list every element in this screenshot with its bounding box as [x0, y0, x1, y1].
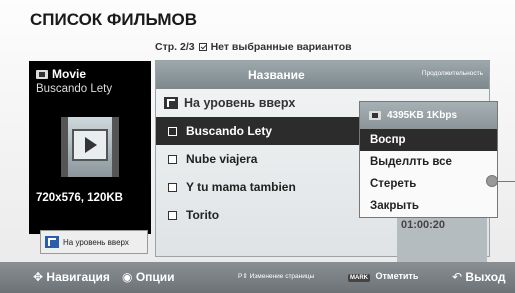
nav-label: Навигация	[46, 270, 110, 284]
dpad-icon: ✥	[33, 270, 44, 284]
options-hint[interactable]: ◉ Опции	[122, 270, 175, 284]
film-icon	[369, 111, 381, 120]
mark-label: Отметить	[375, 271, 419, 281]
duration-value: 01:00:20	[401, 219, 446, 231]
column-name: Название	[248, 68, 305, 82]
page-change-hint: P⇕ Изменение страницы	[238, 272, 314, 280]
list-item-up[interactable]: На уровень вверх	[156, 89, 361, 117]
film-icon	[36, 69, 48, 79]
page-title: СПИСОК ФИЛЬМОВ	[30, 10, 198, 29]
checkbox[interactable]	[168, 210, 177, 220]
preview-panel: Movie Buscando Lety 720x576, 120KB	[29, 61, 151, 234]
column-duration: Продолжительность	[421, 70, 483, 77]
menu-item-play[interactable]: Воспр	[360, 129, 497, 151]
list-item[interactable]: Torito	[156, 201, 361, 229]
list-item-label: Nube viajera	[186, 152, 258, 166]
page-key-icon: P⇕	[238, 273, 248, 280]
exit-label: Выход	[465, 270, 506, 284]
folder-up-icon	[45, 236, 59, 248]
list-item-label: Torito	[186, 208, 220, 222]
checkbox[interactable]	[168, 126, 177, 136]
preview-resolution: 720x576, 120KB	[36, 192, 123, 204]
mark-hint[interactable]: MARK Отметить	[348, 271, 418, 282]
page-info: Стр. 2/3 Нет выбранные вариантов	[155, 41, 352, 53]
mark-key-icon: MARK	[348, 274, 370, 282]
options-icon: ◉	[122, 270, 133, 284]
preview-type: Movie	[36, 67, 86, 81]
play-icon	[72, 129, 108, 161]
list-item-label: Buscando Lety	[186, 124, 273, 138]
menu-item-close[interactable]: Закрыть	[360, 195, 497, 217]
checkbox[interactable]	[168, 182, 177, 192]
menu-item-select-all[interactable]: Выделлть все	[360, 151, 497, 173]
list-item[interactable]: Y tu mama tambien	[156, 173, 361, 201]
preview-type-label: Movie	[52, 67, 87, 81]
pointer-line	[497, 181, 515, 182]
video-thumbnail	[61, 117, 119, 177]
checkbox-icon	[198, 43, 207, 51]
go-up-label: На уровень вверх	[63, 237, 129, 247]
preview-title: Buscando Lety	[36, 83, 113, 95]
exit-hint[interactable]: ↶ Выход	[452, 270, 505, 284]
list-item-label: На уровень вверх	[184, 96, 296, 110]
folder-up-icon	[164, 97, 178, 109]
nav-hint: ✥ Навигация	[33, 270, 110, 284]
popup-header: 4395KB 1Kbps	[360, 102, 497, 129]
options-label: Опции	[135, 270, 175, 284]
menu-item-delete[interactable]: Стереть	[360, 173, 497, 195]
checkbox[interactable]	[168, 154, 177, 164]
return-icon: ↶	[452, 270, 463, 284]
selection-status: Нет выбранные вариантов	[210, 41, 352, 53]
popup-info: 4395KB 1Kbps	[387, 110, 458, 121]
list-item[interactable]: Buscando Lety	[156, 117, 361, 145]
list-header: Название Продолжительность	[156, 61, 489, 89]
page-change-label: Изменение страницы	[249, 273, 315, 280]
list-item[interactable]: Nube viajera	[156, 145, 361, 173]
options-popup: 4395KB 1Kbps Воспр Выделлть все Стереть …	[359, 101, 498, 218]
list-item-label: Y tu mama tambien	[186, 180, 296, 194]
bottom-bar: ✥ Навигация ◉ Опции P⇕ Изменение страниц…	[0, 262, 515, 293]
go-up-button[interactable]: На уровень вверх	[40, 230, 148, 254]
page-number: Стр. 2/3	[155, 41, 195, 53]
